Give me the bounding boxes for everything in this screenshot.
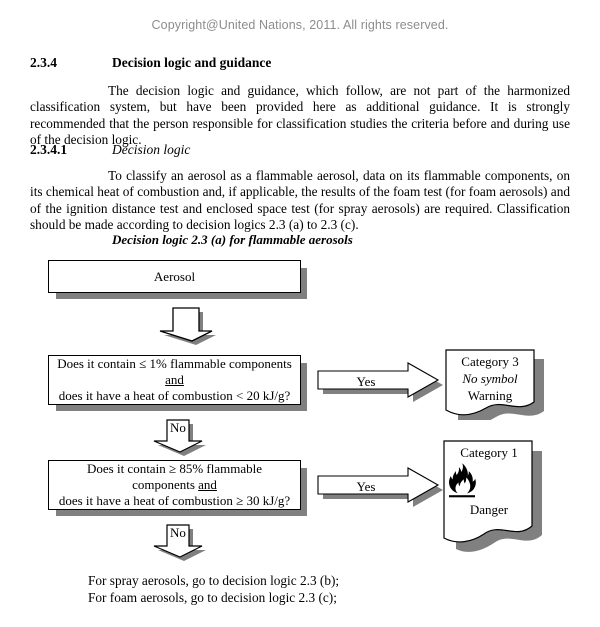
section-number-2-3-4: 2.3.4	[30, 55, 57, 70]
decision1-line2: does it have a heat of combustion < 20 k…	[58, 388, 291, 403]
category-3-line-1: Category 3	[461, 354, 519, 369]
decision2-line2: does it have a heat of combustion ≥ 30 k…	[58, 493, 291, 508]
flow-start-box-aerosol: Aerosol	[48, 260, 301, 293]
section-title-2-3-4: Decision logic and guidance	[112, 55, 272, 70]
flow-no-arrow-1-label: No	[170, 420, 186, 435]
flow-result-category-1: Category 1 Danger	[440, 438, 552, 556]
flow-start-box-label: Aerosol	[153, 268, 196, 284]
category-1-line-1: Category 1	[460, 445, 518, 460]
category-1-line-3: Danger	[469, 502, 509, 517]
flow-decision-box-2-text: Does it contain ≥ 85% flammable componen…	[49, 461, 300, 509]
decision1-line1a: Does it contain	[57, 356, 140, 371]
category-3-line-3: Warning	[467, 388, 513, 403]
flow-decision-box-1: Does it contain ≤ 1% flammable component…	[48, 355, 301, 405]
section-title-2-3-4-1: Decision logic	[112, 142, 191, 157]
flow-bottom-note: For spray aerosols, go to decision logic…	[88, 573, 340, 605]
flow-decision-box-1-text: Does it contain ≤ 1% flammable component…	[49, 356, 300, 404]
figure-caption: Decision logic 2.3 (a) for flammable aer…	[112, 232, 353, 247]
flow-connector-arrow-1	[155, 303, 217, 348]
flow-decision-box-2: Does it contain ≥ 85% flammable componen…	[48, 460, 301, 510]
flow-yes-arrow-1-label: Yes	[356, 374, 376, 389]
flow-yes-arrow-2-label: Yes	[356, 479, 376, 494]
decision2-line1c: and	[198, 477, 217, 492]
decision2-line1a: Does it contain	[86, 461, 169, 476]
document-page: Copyright@United Nations, 2011. All righ…	[0, 0, 600, 627]
decision1-line1c: and	[165, 372, 184, 387]
paragraph-classify-aerosol: To classify an aerosol as a flammable ae…	[30, 168, 570, 233]
copyright-notice: Copyright@United Nations, 2011. All righ…	[151, 18, 449, 32]
category-3-line-2: No symbol	[462, 371, 518, 386]
section-number-2-3-4-1: 2.3.4.1	[30, 142, 68, 157]
paragraph-decision-logic-guidance: The decision logic and guidance, which f…	[30, 83, 570, 148]
decision1-line1b: ≤ 1% flammable components	[139, 356, 292, 371]
flow-result-category-3: Category 3 No symbol Warning	[444, 348, 548, 420]
flow-no-arrow-2-label: No	[170, 525, 186, 540]
